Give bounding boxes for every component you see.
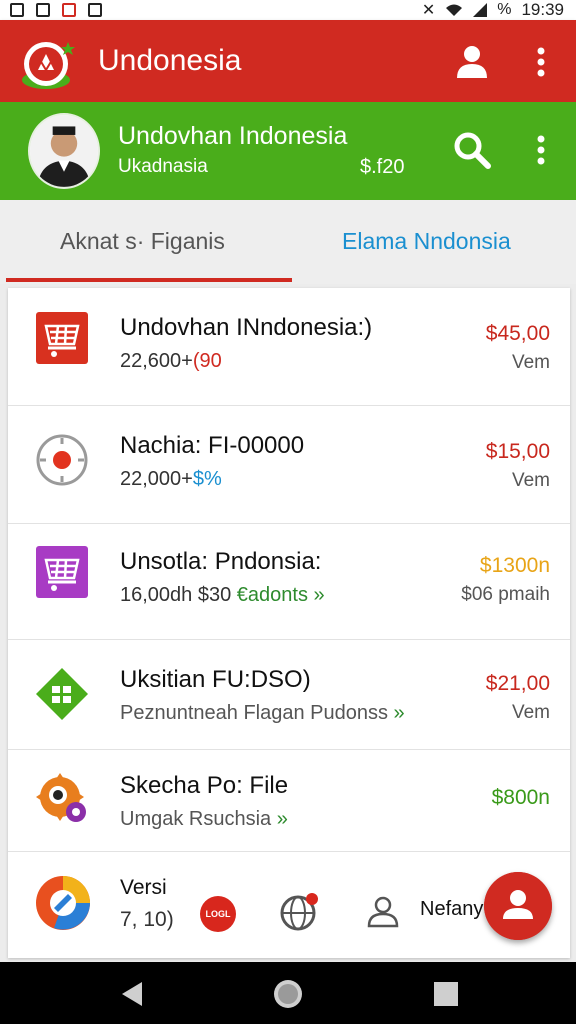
app-logo-icon	[22, 42, 75, 89]
target-icon	[36, 434, 88, 486]
item-title: Unsotla: Pndonsia:	[120, 548, 322, 575]
app-notification-icon	[62, 3, 76, 17]
tab-bar: Aknat s· Figanis Elama Nndonsia	[0, 200, 576, 284]
item-price: $15,00	[485, 440, 550, 463]
logo-badge-button[interactable]: LOGL	[200, 896, 236, 932]
item-sub-accent[interactable]: »	[394, 702, 405, 724]
item-subtitle: Umgak Rsuchsia »	[120, 808, 288, 831]
tab-second-label: Elama Nndonsia	[342, 228, 511, 254]
item-price: $800n	[491, 786, 550, 809]
gear-eye-icon	[36, 773, 86, 822]
item-sub-accent: (90	[192, 350, 222, 372]
item-price: $21,00	[485, 672, 550, 695]
item-title: Undovhan INndonesia:)	[120, 314, 373, 341]
list-item[interactable]: Skecha Po: File Umgak Rsuchsia » $800n	[8, 750, 570, 852]
tab-first[interactable]: Aknat s· Figanis	[0, 200, 292, 284]
version-label: Versi	[120, 876, 167, 899]
phone-icon	[36, 3, 50, 17]
download-icon	[88, 3, 102, 17]
profile-amount: $.f20	[360, 156, 405, 178]
list-item[interactable]: Unsotla: Pndonsia: 16,00dh $30 €adonts »…	[8, 524, 570, 640]
bluetooth-icon: ✕	[421, 2, 436, 19]
clock: 19:39	[521, 0, 564, 19]
item-sub-value: 16,00dh $30	[120, 584, 232, 606]
system-navigation-bar	[0, 962, 576, 1024]
item-subtitle: Peznuntneah Flagan Pudonss »	[120, 702, 405, 725]
back-icon[interactable]	[118, 980, 146, 1008]
profile-header: Undovhan Indonesia Ukadnasia $.f20	[0, 102, 576, 200]
signal-icon	[473, 3, 488, 17]
item-sub-accent: $%	[192, 468, 222, 490]
item-sub-accent[interactable]: »	[277, 808, 288, 830]
wifi-icon	[446, 4, 463, 16]
list-item[interactable]: Nachia: FI-00000 22,000+$% $15,00 Vem	[8, 406, 570, 524]
item-sub-value: Umgak Rsuchsia	[120, 808, 272, 830]
person-icon[interactable]	[366, 894, 400, 928]
profile-subtitle: Ukadnasia	[118, 156, 208, 177]
status-bar: ✕ % 19:39	[0, 0, 576, 20]
app-title: Undonesia	[98, 44, 242, 77]
profile-name: Undovhan Indonesia	[118, 122, 348, 150]
user-name: Nefany	[420, 898, 484, 920]
globe-icon[interactable]	[280, 892, 320, 932]
item-sub-value: 22,600+	[120, 350, 193, 372]
battery-indicator: %	[497, 1, 512, 18]
avatar[interactable]	[28, 113, 100, 189]
item-price: $45,00	[485, 322, 550, 345]
item-sub-value: 22,000+	[120, 468, 193, 490]
overflow-menu-button[interactable]	[526, 44, 556, 80]
status-icons-left	[10, 0, 102, 20]
phone-screen: ✕ % 19:39 Undonesia Undovhan Indonesia U…	[0, 0, 576, 1024]
cart-icon	[36, 312, 88, 364]
list-item[interactable]: Uksitian FU:DSO) Peznuntneah Flagan Pudo…	[8, 640, 570, 750]
item-subtitle: 16,00dh $30 €adonts »	[120, 584, 325, 607]
basket-icon	[36, 546, 88, 598]
item-list: Undovhan INndonesia:) 22,600+(90 $45,00 …	[8, 288, 570, 958]
item-price: $1300n	[479, 554, 550, 577]
notification-icon	[10, 3, 24, 17]
item-unit: Vem	[511, 702, 550, 723]
item-title: Skecha Po: File	[120, 772, 289, 799]
version-number: 7, 10)	[120, 908, 174, 931]
tab-first-label: Aknat s· Figanis	[60, 228, 225, 254]
item-sub-value: Peznuntneah Flagan Pudonss	[120, 702, 388, 724]
search-button[interactable]	[452, 130, 492, 170]
account-button[interactable]	[452, 42, 492, 82]
item-unit: Vem	[511, 352, 550, 373]
browser-icon[interactable]	[34, 874, 92, 932]
item-title: Uksitian FU:DSO)	[120, 666, 311, 693]
item-unit: Vem	[511, 470, 550, 491]
item-subtitle: 22,000+$%	[120, 468, 222, 491]
item-sub-accent[interactable]: €adonts »	[237, 584, 325, 606]
status-icons-right: ✕ % 19:39	[422, 0, 564, 20]
recent-apps-icon[interactable]	[434, 982, 458, 1006]
grid-diamond-icon	[36, 668, 88, 720]
item-unit: $06 pmaih	[461, 584, 550, 605]
profile-fab-button[interactable]	[484, 872, 552, 940]
item-title: Nachia: FI-00000	[120, 432, 305, 459]
tab-second[interactable]: Elama Nndonsia	[292, 200, 576, 284]
app-bar: Undonesia	[0, 20, 576, 102]
item-subtitle: 22,600+(90	[120, 350, 222, 373]
tab-indicator	[6, 278, 292, 282]
home-icon[interactable]	[272, 978, 304, 1010]
list-item[interactable]: Undovhan INndonesia:) 22,600+(90 $45,00 …	[8, 288, 570, 406]
profile-overflow-menu-button[interactable]	[526, 132, 556, 168]
